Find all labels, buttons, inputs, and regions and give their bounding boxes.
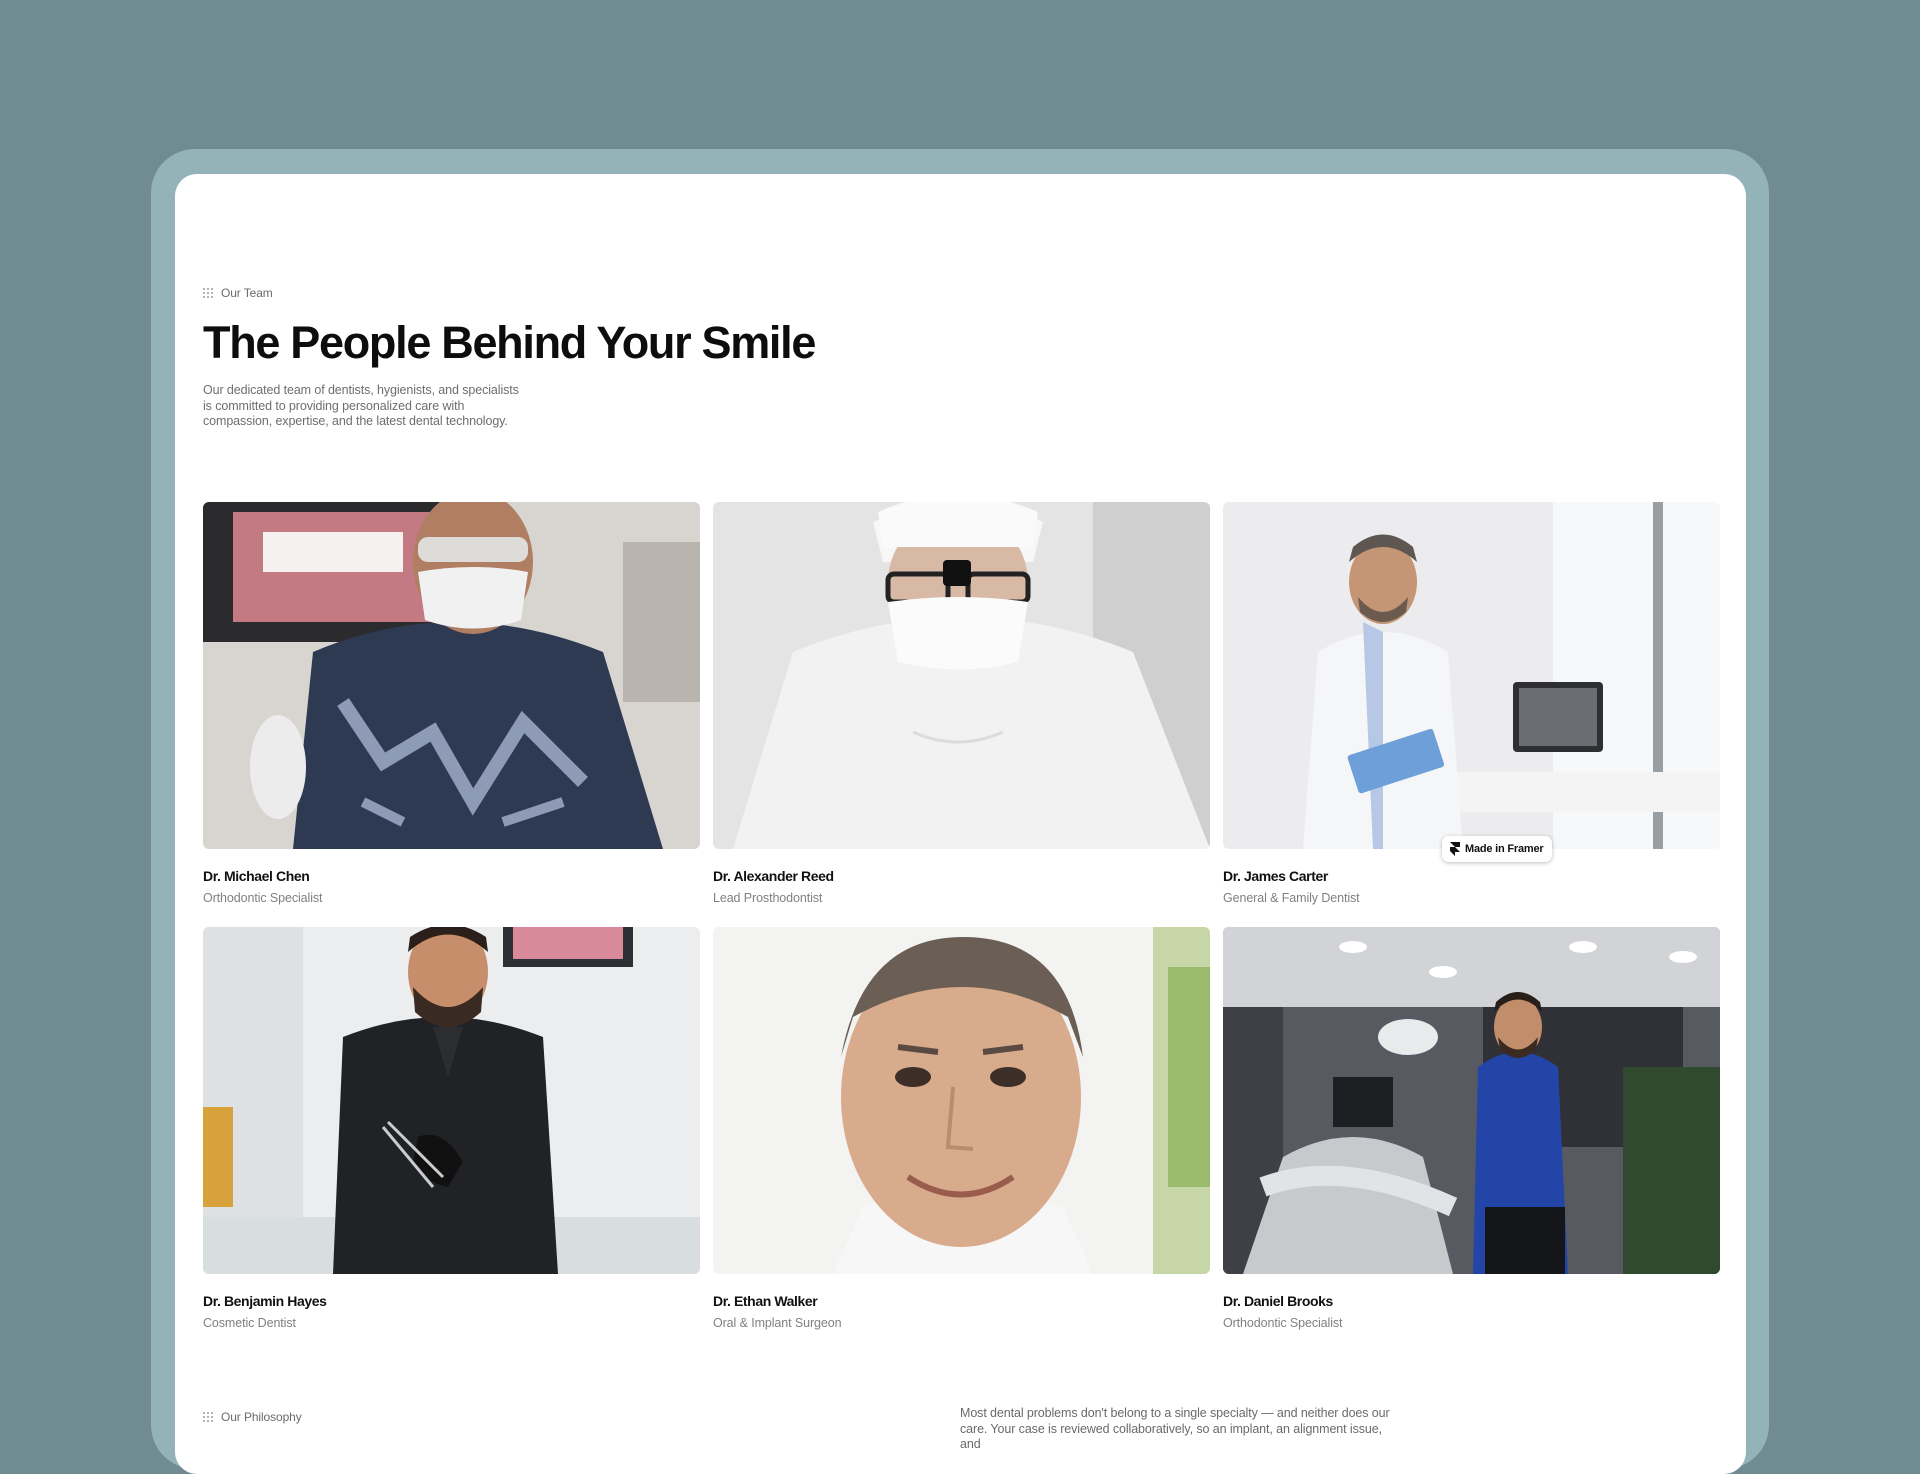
team-eyebrow: Our Team (203, 286, 273, 300)
member-name: Dr. Alexander Reed (713, 868, 834, 884)
grid-dots-icon (203, 1412, 213, 1422)
member-name: Dr. Ethan Walker (713, 1293, 818, 1309)
doctor-photo (1223, 927, 1720, 1274)
grid-dots-icon (203, 288, 213, 298)
member-role: Oral & Implant Surgeon (713, 1316, 842, 1330)
member-name: Dr. James Carter (1223, 868, 1328, 884)
team-card[interactable]: Dr. Daniel Brooks Orthodontic Specialist (1223, 927, 1720, 1352)
team-card[interactable]: Dr. Benjamin Hayes Cosmetic Dentist (203, 927, 700, 1352)
member-role: Cosmetic Dentist (203, 1316, 296, 1330)
team-card[interactable]: Dr. Alexander Reed Lead Prosthodontist (713, 502, 1210, 927)
doctor-photo (203, 927, 700, 1274)
doctor-photo (1223, 502, 1720, 849)
made-in-framer-badge[interactable]: Made in Framer (1442, 836, 1552, 862)
doctor-photo (713, 502, 1210, 849)
philosophy-text: Most dental problems don't belong to a s… (960, 1406, 1390, 1452)
member-role: Lead Prosthodontist (713, 891, 823, 905)
doctor-photo (203, 502, 700, 849)
team-intro: Our dedicated team of dentists, hygienis… (203, 383, 519, 429)
page-container: Our Team The People Behind Your Smile Ou… (175, 174, 1746, 1474)
team-card[interactable]: Dr. Ethan Walker Oral & Implant Surgeon (713, 927, 1210, 1352)
doctor-photo (713, 927, 1210, 1274)
team-card[interactable]: Dr. James Carter General & Family Dentis… (1223, 502, 1720, 927)
member-name: Dr. Daniel Brooks (1223, 1293, 1333, 1309)
team-grid: Dr. Michael Chen Orthodontic Specialist (203, 502, 1721, 1352)
member-name: Dr. Michael Chen (203, 868, 310, 884)
page-title: The People Behind Your Smile (203, 317, 816, 368)
member-name: Dr. Benjamin Hayes (203, 1293, 327, 1309)
team-eyebrow-label: Our Team (221, 286, 273, 300)
team-card[interactable]: Dr. Michael Chen Orthodontic Specialist (203, 502, 700, 927)
member-role: Orthodontic Specialist (203, 891, 323, 905)
philosophy-eyebrow-label: Our Philosophy (221, 1410, 302, 1424)
made-in-framer-label: Made in Framer (1465, 843, 1544, 855)
member-role: Orthodontic Specialist (1223, 1316, 1343, 1330)
philosophy-eyebrow: Our Philosophy (203, 1410, 302, 1424)
framer-logo-icon (1450, 842, 1460, 856)
member-role: General & Family Dentist (1223, 891, 1360, 905)
